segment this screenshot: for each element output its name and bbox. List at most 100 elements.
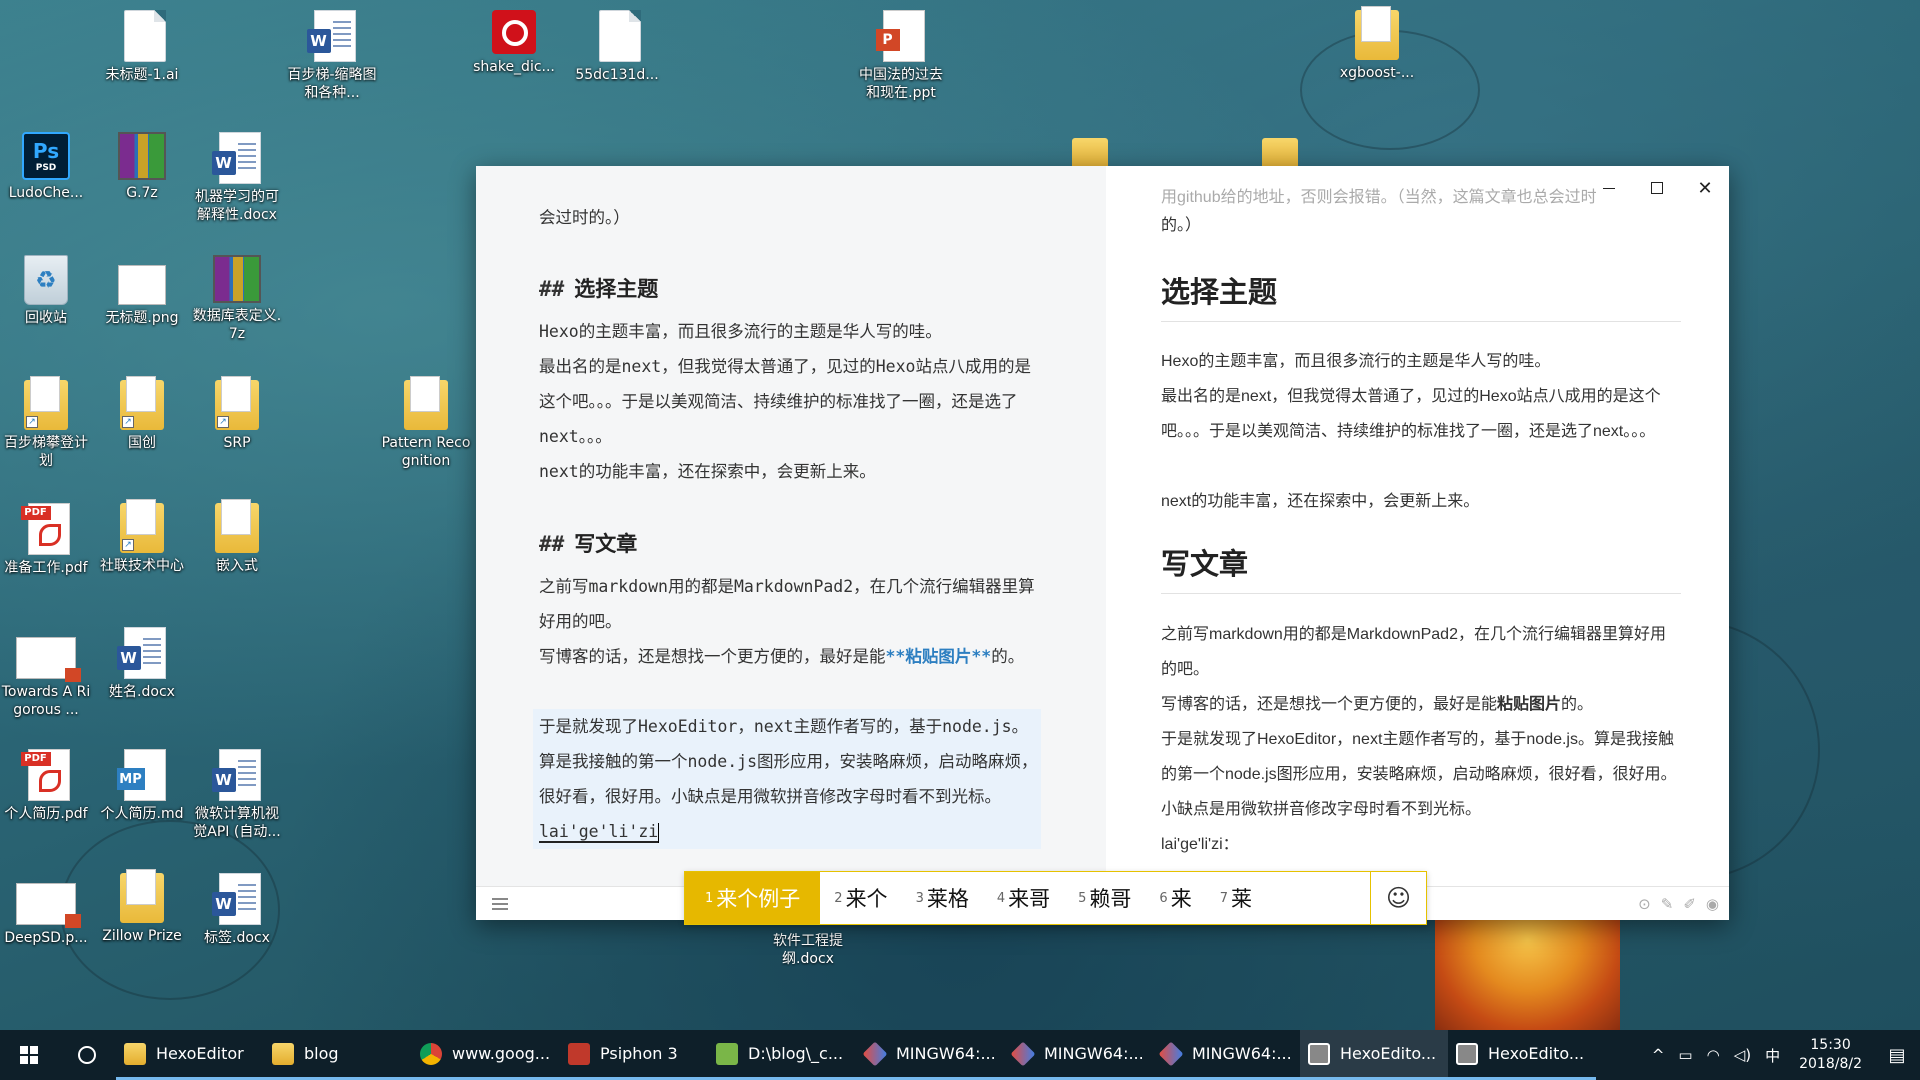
desktop-icon-ppt[interactable]: P 中国法的过去和现在.ppt [853,10,949,102]
close-button[interactable]: ✕ [1681,166,1729,210]
cortana-button[interactable] [58,1030,116,1080]
md-current-paragraph[interactable]: 于是就发现了HexoEditor，next主题作者写的，基于node.js。算是… [533,709,1041,849]
maximize-button[interactable] [1633,166,1681,210]
tray-chevron-icon[interactable]: ^ [1645,1046,1672,1064]
candidate-text: 莱格 [926,887,969,911]
desktop-icon-label: 标签.docx [204,930,270,946]
taskbar-item-mingw64[interactable]: MINGW64:... [1152,1030,1300,1080]
split-mode-icon[interactable]: ✐ [1683,895,1696,913]
start-button[interactable] [0,1030,58,1080]
desktop-icon-folder-shortcut[interactable]: ↗ 百步梯攀登计划 [0,376,94,470]
desktop-icon-word[interactable]: W 姓名.docx [94,627,190,701]
powerpoint-icon: P [875,10,925,62]
minimize-button[interactable] [1585,166,1633,210]
pdf-icon: PDF [20,749,70,801]
desktop-icon-word[interactable]: W 机器学习的可解释性.docx [189,132,285,224]
emoji-button[interactable]: ☺ [1370,872,1426,924]
taskbar: HexoEditor blog www.goog... Psiphon 3 D:… [0,1030,1920,1080]
taskbar-item-label: MINGW64:... [896,1044,996,1063]
md-hash: ## [539,277,565,301]
wifi-icon[interactable]: ◠ [1700,1046,1727,1064]
folder-icon [1355,6,1399,60]
candidate-number: 6 [1159,890,1168,906]
desktop-icon-folder[interactable]: Zillow Prize [94,869,190,945]
desktop-icon-pdf[interactable]: PDF 个人简历.pdf [0,749,94,823]
desktop-icon-label: xgboost-... [1339,65,1415,81]
markdown-editor-pane[interactable]: 会过时的。） ## 选择主题 Hexo的主题丰富，而且很多流行的主题是华人写的哇。… [476,166,1106,886]
desktop-icon-file[interactable]: 55dc131d... [569,10,665,84]
desktop-icon-folder-shortcut[interactable]: ↗ 社联技术中心 [94,499,190,575]
volume-icon[interactable]: ◁) [1727,1046,1758,1064]
ime-candidate[interactable]: 1 来个例子 [685,872,821,924]
taskbar-item-hexoeditor[interactable]: HexoEdito... [1448,1030,1596,1080]
taskbar-item-blog-folder[interactable]: blog [264,1030,412,1080]
md-heading: ## 选择主题 [539,272,1039,307]
taskbar-item-label: www.goog... [452,1044,551,1063]
desktop-icon-pdf[interactable]: PDF 准备工作.pdf [0,503,94,577]
preview-mode-icon[interactable]: ◉ [1706,895,1719,913]
candidate-text: 来哥 [1008,887,1051,911]
desktop-icon-recycle-bin[interactable]: 回收站 [0,255,94,327]
preview-paragraph: 之前写markdown用的都是MarkdownPad2，在几个流行编辑器里算好用… [1161,626,1666,678]
taskbar-item-label: D:\blog\_c... [748,1044,844,1063]
desktop-icon-folder[interactable]: Pattern Recognition [378,376,474,470]
taskbar-item-chrome[interactable]: www.goog... [412,1030,560,1080]
preview-line: 的。） [1161,217,1202,234]
md-hash: ## [539,532,565,556]
ime-candidate[interactable]: 6来 [1145,872,1205,924]
folder-icon [404,376,448,430]
desktop-icon-psd[interactable]: Ps PSD LudoChe... [0,132,94,202]
battery-icon[interactable]: ▭ [1671,1046,1699,1064]
desktop-icon-netease[interactable]: shake_dic... [466,10,562,76]
taskbar-item-mingw64[interactable]: MINGW64:... [1004,1030,1152,1080]
ime-candidate[interactable]: 5 赖哥 [1064,872,1145,924]
desktop-icon-md[interactable]: MP 个人简历.md [94,749,190,823]
desktop-icon-word[interactable]: W 微软计算机视觉API (自动... [189,749,285,841]
taskbar-item-hexoeditor-active[interactable]: HexoEdito... [1300,1030,1448,1080]
md-heading-text: 写文章 [574,532,638,556]
desktop-icon-label-behind-ime[interactable]: 软件工程提纲.docx [760,932,856,968]
desktop-icon-label: 无标题.png [105,310,179,326]
taskbar-item-mingw64[interactable]: MINGW64:... [856,1030,1004,1080]
edit-mode-icon[interactable]: ✎ [1661,895,1674,913]
ime-candidate[interactable]: 4 来哥 [983,872,1064,924]
desktop-icon-word[interactable]: W 标签.docx [189,873,285,947]
taskbar-item-label: MINGW64:... [1044,1044,1144,1063]
desktop-icon-label: LudoChe... [8,185,84,201]
desktop-icon-ppt-thumb[interactable]: Towards A Rigorous ... [0,627,94,719]
taskbar-item-label: HexoEdito... [1340,1044,1437,1063]
desktop-icon-label: 姓名.docx [109,684,175,700]
ime-candidate[interactable]: 7莱 [1206,872,1266,924]
folder-icon: ↗ [120,376,164,430]
desktop-icon-7z[interactable]: 数据库表定义.7z [189,255,285,343]
desktop-icon-label: G.7z [126,185,158,201]
taskbar-item-hexoeditor-folder[interactable]: HexoEditor [116,1030,264,1080]
desktop-icon-ai-file[interactable]: 未标题-1.ai [94,10,190,84]
maximize-icon [1651,182,1663,194]
desktop-icon-png[interactable]: 无标题.png [94,255,190,327]
desktop-icon-folder-shortcut[interactable]: ↗ SRP [189,376,285,452]
md-paragraph: 写博客的话，还是想找一个更方便的，最好是能**粘贴图片**的。 [539,639,1039,674]
menu-icon[interactable] [492,898,508,910]
image-icon [118,265,166,305]
folder-icon: ↗ [215,376,259,430]
taskbar-item-notepad[interactable]: D:\blog\_c... [708,1030,856,1080]
settings-icon[interactable]: ⊙ [1638,895,1651,913]
preview-paragraph: 最出名的是next，但我觉得太普通了，见过的Hexo站点八成用的是这个吧。。。于… [1161,388,1661,440]
md-text: 于是就发现了HexoEditor，next主题作者写的，基于node.js。算是… [539,717,1038,806]
taskbar-item-psiphon[interactable]: Psiphon 3 [560,1030,708,1080]
desktop-icon-folder[interactable]: xgboost-... [1329,6,1425,82]
close-icon: ✕ [1697,177,1713,199]
desktop-icon-ppt-thumb[interactable]: DeepSD.p... [0,873,94,947]
desktop-icon-word[interactable]: W 百步梯-缩略图和各种... [284,10,380,102]
preview-pane[interactable]: 用github给的地址，否则会报错。（当然，这篇文章也总会过时 的。） 选择主题… [1106,166,1729,886]
clock[interactable]: 15:30 2018/8/2 [1787,1036,1874,1074]
action-center-button[interactable]: ▤ [1874,1030,1920,1080]
ime-candidate[interactable]: 2 来个 [820,872,901,924]
desktop-icon-folder-shortcut[interactable]: ↗ 国创 [94,376,190,452]
desktop-icon-label: 国创 [128,435,156,451]
desktop-icon-folder[interactable]: 嵌入式 [189,499,285,575]
ime-candidate[interactable]: 3 莱格 [902,872,983,924]
ime-mode-indicator[interactable]: 中 [1758,1045,1787,1066]
desktop-icon-7z[interactable]: G.7z [94,132,190,202]
